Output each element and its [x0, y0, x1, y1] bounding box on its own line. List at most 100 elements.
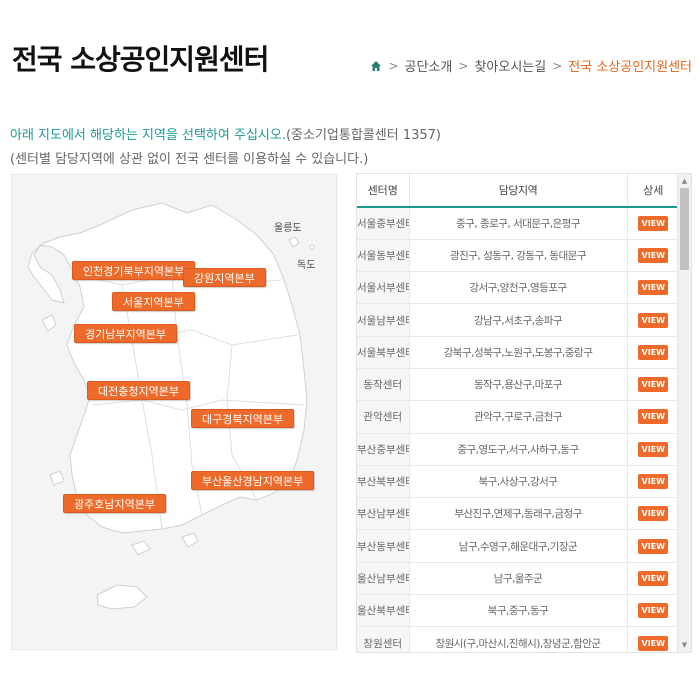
view-button[interactable]: VIEW	[638, 506, 669, 522]
view-button[interactable]: VIEW	[638, 280, 669, 296]
south-island	[181, 532, 199, 548]
detail-cell: VIEW	[627, 400, 679, 434]
dokdo-island	[309, 244, 315, 250]
center-name-cell: 부산동부센터	[357, 529, 410, 563]
service-area-cell: 창원시(구,마산시,진해시),창녕군,함안군	[409, 626, 628, 652]
column-header-area: 담당지역	[409, 174, 628, 208]
table-row: 서울동부센터광진구, 성동구, 강동구, 동대문구 VIEW	[357, 239, 679, 273]
detail-cell: VIEW	[627, 239, 679, 273]
table-row: 서울서부센터강서구,양천구,영등포구 VIEW	[357, 271, 679, 305]
scroll-down-arrow-icon[interactable]: ▼	[678, 638, 691, 652]
breadcrumb-item-directions[interactable]: 찾아오시는길	[474, 56, 546, 75]
region-button-incheon-gyeonggi-north[interactable]: 인천경기북부지역본부	[72, 261, 196, 280]
region-button-gwangju-honam[interactable]: 광주호남지역본부	[63, 494, 166, 513]
center-name-cell: 서울동부센터	[357, 239, 410, 273]
center-name-cell: 울산남부센터	[357, 562, 410, 596]
center-name-cell: 창원센터	[357, 626, 410, 652]
region-button-gyeonggi-south[interactable]: 경기남부지역본부	[74, 324, 177, 343]
south-island	[131, 540, 151, 556]
service-area-cell: 남구,울주군	[409, 562, 628, 596]
view-button[interactable]: VIEW	[638, 635, 669, 651]
service-area-cell: 북구,중구,동구	[409, 594, 628, 628]
detail-cell: VIEW	[627, 465, 679, 499]
center-table: 센터명 담당지역 상세 서울중부센터중구, 종로구, 서대문구,은평구VIEW서…	[357, 174, 679, 652]
column-header-center-name: 센터명	[357, 174, 410, 208]
service-area-cell: 북구,사상구,강서구	[409, 465, 628, 499]
service-area-cell: 광진구, 성동구, 강동구, 동대문구	[409, 239, 628, 273]
center-name-cell: 부산남부센터	[357, 497, 410, 531]
table-row: 서울중부센터중구, 종로구, 서대문구,은평구 VIEW	[357, 207, 679, 240]
region-button-gangwon[interactable]: 강원지역본부	[183, 268, 266, 287]
region-button-daejeon-chungcheong[interactable]: 대전충청지역본부	[87, 381, 190, 400]
view-button[interactable]: VIEW	[638, 377, 669, 393]
detail-cell: VIEW	[627, 497, 679, 531]
table-row: 서울북부센터강북구,성북구,노원구,도봉구,중랑구 VIEW	[357, 336, 679, 369]
table-row: 부산북부센터북구,사상구,강서구 VIEW	[357, 465, 679, 499]
center-table-panel[interactable]: 센터명 담당지역 상세 서울중부센터중구, 종로구, 서대문구,은평구VIEW서…	[356, 173, 692, 653]
intro-note: (센터별 담당지역에 상관 없이 전국 센터를 이용하실 수 있습니다.)	[10, 152, 369, 167]
service-area-cell: 동작구,용산구,마포구	[409, 368, 628, 402]
breadcrumb-separator: >	[458, 58, 469, 73]
breadcrumb-item-about[interactable]: 공단소개	[405, 56, 453, 75]
table-scrollbar[interactable]: ▲ ▼	[677, 174, 691, 652]
island-label-dokdo: 독도	[297, 260, 316, 271]
center-name-cell: 서울북부센터	[357, 336, 410, 369]
center-name-cell: 부산북부센터	[357, 465, 410, 499]
view-button[interactable]: VIEW	[638, 409, 669, 425]
center-name-cell: 관악센터	[357, 400, 410, 434]
view-button[interactable]: VIEW	[638, 603, 669, 619]
west-island	[49, 470, 65, 486]
breadcrumb-item-current: 전국 소상공인지원센터	[568, 60, 692, 75]
service-area-cell: 강서구,양천구,영등포구	[409, 271, 628, 305]
view-button[interactable]: VIEW	[638, 538, 669, 554]
center-name-cell: 서울서부센터	[357, 271, 410, 305]
view-button[interactable]: VIEW	[638, 312, 669, 328]
detail-cell: VIEW	[627, 207, 679, 240]
scroll-up-arrow-icon[interactable]: ▲	[678, 174, 691, 188]
region-button-daegu-gyeongbuk[interactable]: 대구경북지역본부	[191, 409, 294, 428]
table-row: 울산남부센터남구,울주군 VIEW	[357, 562, 679, 596]
detail-cell: VIEW	[627, 562, 679, 596]
detail-cell: VIEW	[627, 271, 679, 305]
service-area-cell: 중구, 종로구, 서대문구,은평구	[409, 207, 628, 240]
service-area-cell: 부산진구,연제구,동래구,금정구	[409, 497, 628, 531]
detail-cell: VIEW	[627, 303, 679, 337]
breadcrumb-separator: >	[388, 58, 399, 73]
breadcrumb: > 공단소개 > 찾아오시는길 > 전국 소상공인지원센터	[370, 56, 692, 75]
view-button[interactable]: VIEW	[638, 441, 669, 457]
service-area-cell: 중구,영도구,서구,사하구,동구	[409, 433, 628, 466]
view-button[interactable]: VIEW	[638, 570, 669, 586]
view-button[interactable]: VIEW	[638, 344, 669, 360]
view-button[interactable]: VIEW	[638, 247, 669, 263]
home-icon[interactable]	[370, 60, 382, 72]
intro-instruction-text: 아래 지도에서 해당하는 지역을 선택하여 주십시오.	[10, 128, 286, 143]
region-button-busan-ulsan-gyeongnam[interactable]: 부산울산경남지역본부	[191, 471, 315, 490]
center-name-cell: 부산중부센터	[357, 433, 410, 466]
table-row: 서울남부센터강남구,서초구,송파구 VIEW	[357, 303, 679, 337]
service-area-cell: 강남구,서초구,송파구	[409, 303, 628, 337]
service-area-cell: 강북구,성북구,노원구,도봉구,중랑구	[409, 336, 628, 369]
jeju-island	[96, 584, 148, 610]
service-area-cell: 관악구,구로구,금천구	[409, 400, 628, 434]
detail-cell: VIEW	[627, 368, 679, 402]
detail-cell: VIEW	[627, 626, 679, 652]
column-header-detail: 상세	[627, 174, 679, 208]
table-row: 창원센터 창원시(구,마산시,진해시),창녕군,함안군 VIEW	[357, 626, 679, 652]
center-name-cell: 동작센터	[357, 368, 410, 402]
center-name-cell: 울산북부센터	[357, 594, 410, 628]
center-name-cell: 서울중부센터	[357, 207, 410, 240]
region-button-seoul[interactable]: 서울지역본부	[112, 292, 195, 311]
detail-cell: VIEW	[627, 336, 679, 369]
page-title: 전국 소상공인지원센터	[12, 43, 269, 76]
view-button[interactable]: VIEW	[638, 215, 669, 231]
table-row: 부산동부센터남구,수영구,해운대구,기장군 VIEW	[357, 529, 679, 563]
table-row: 부산남부센터부산진구,연제구,동래구,금정구 VIEW	[357, 497, 679, 531]
west-island	[41, 314, 57, 332]
view-button[interactable]: VIEW	[638, 474, 669, 490]
korea-map-panel: 울릉도 독도 인천경기북부지역본부 강원지역본부 서울지역본부 경기남부지역본부…	[11, 174, 337, 650]
center-name-cell: 서울남부센터	[357, 303, 410, 337]
scrollbar-thumb[interactable]	[680, 188, 689, 270]
island-label-ulleungdo: 울릉도	[274, 223, 302, 234]
table-row: 울산북부센터북구,중구,동구 VIEW	[357, 594, 679, 628]
detail-cell: VIEW	[627, 433, 679, 466]
